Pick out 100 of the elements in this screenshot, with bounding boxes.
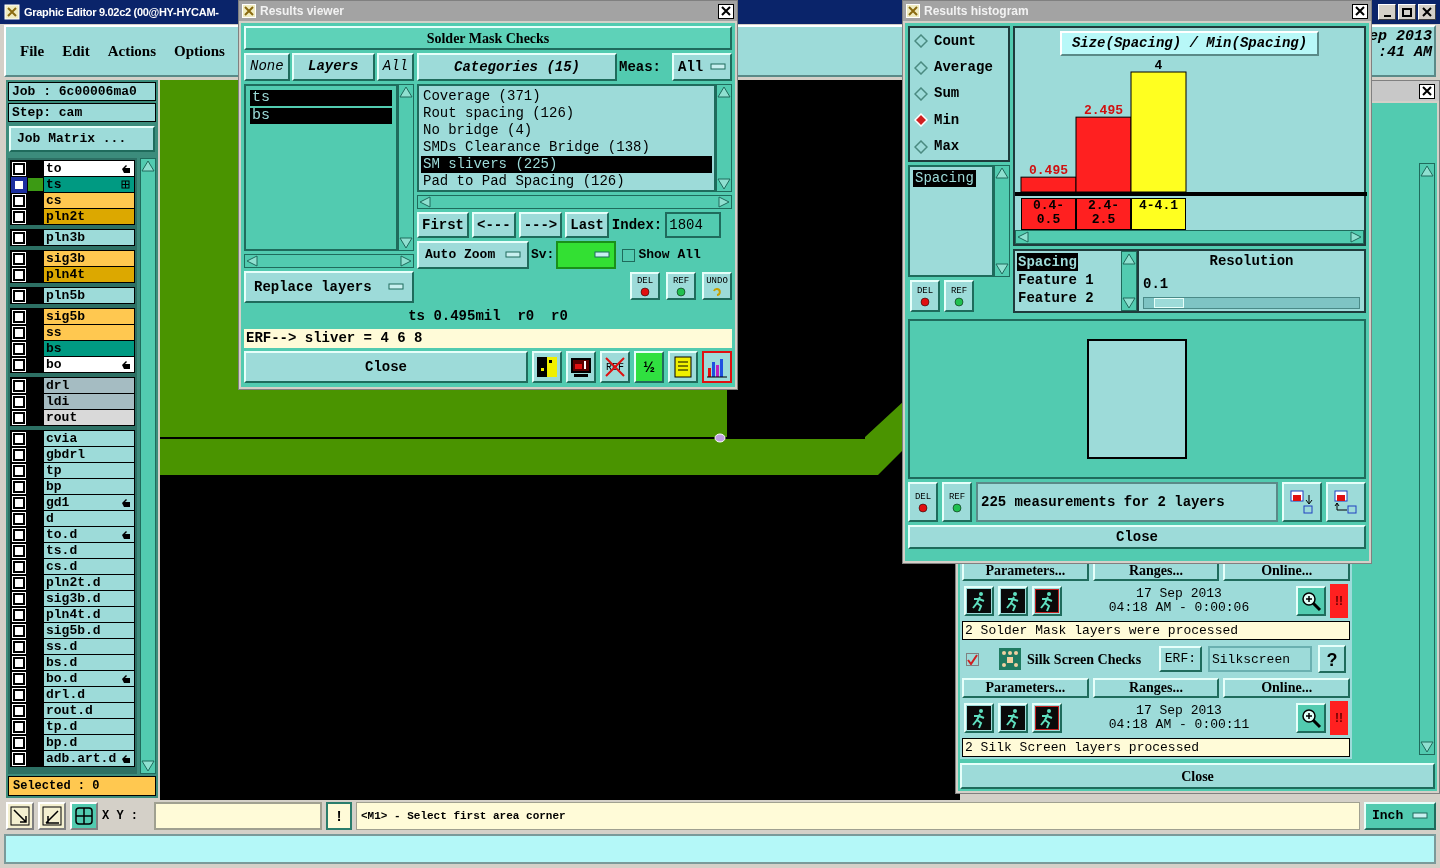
- layer-checkbox[interactable]: [13, 342, 25, 355]
- layer-item[interactable]: bo: [44, 357, 134, 372]
- horizontal-scrollbar[interactable]: [1015, 230, 1364, 244]
- close-button[interactable]: Close: [244, 351, 528, 383]
- layer-checkbox[interactable]: [13, 289, 25, 302]
- layer-item[interactable]: bs.d: [44, 655, 134, 670]
- alert-button[interactable]: !: [326, 802, 352, 830]
- layer-item[interactable]: ts.d: [44, 543, 134, 558]
- layer-item[interactable]: sig5b: [44, 309, 134, 324]
- show-all-checkbox[interactable]: Show All: [622, 241, 701, 269]
- minimize-button[interactable]: [1378, 4, 1396, 20]
- layer-checkbox[interactable]: [13, 608, 25, 621]
- layer-checkbox[interactable]: [13, 194, 25, 207]
- layer-item[interactable]: ts: [44, 177, 134, 192]
- check-action-button[interactable]: Ranges...: [1092, 678, 1220, 698]
- list-item[interactable]: Pad to Pad Spacing (126): [421, 173, 712, 190]
- radio-option[interactable]: Average: [914, 57, 1004, 79]
- radio-option[interactable]: Count: [914, 30, 1004, 52]
- mini-tool-button[interactable]: DEL: [908, 482, 938, 522]
- layer-item[interactable]: pln4t.d: [44, 607, 134, 622]
- radio-option[interactable]: Max: [914, 136, 1004, 158]
- list-item[interactable]: SM slivers (225): [421, 156, 712, 173]
- close-button[interactable]: [1419, 83, 1435, 99]
- list-item[interactable]: No bridge (4): [421, 122, 712, 139]
- menu-item[interactable]: Edit: [62, 39, 90, 63]
- run-button[interactable]: [998, 586, 1028, 616]
- layer-checkbox[interactable]: [13, 704, 25, 717]
- layer-checkbox[interactable]: [13, 480, 25, 493]
- vertical-scrollbar[interactable]: [716, 84, 732, 192]
- nav-button[interactable]: First: [417, 212, 469, 238]
- layer-checkbox[interactable]: [13, 162, 25, 175]
- mini-tool-button[interactable]: DEL: [630, 272, 660, 300]
- layer-checkbox[interactable]: [13, 624, 25, 637]
- layer-checkbox[interactable]: [13, 496, 25, 509]
- layer-checkbox[interactable]: [13, 752, 25, 765]
- list-item[interactable]: Spacing: [913, 170, 976, 187]
- list-item[interactable]: Feature 2: [1017, 289, 1095, 307]
- list-item[interactable]: ts: [250, 89, 392, 106]
- mini-tool-button[interactable]: UNDO: [702, 272, 732, 300]
- check-action-button[interactable]: Parameters...: [962, 678, 1089, 698]
- layer-item[interactable]: bs: [44, 341, 134, 356]
- run-button[interactable]: [1032, 703, 1062, 733]
- layer-item[interactable]: drl: [44, 378, 134, 393]
- run-button[interactable]: [1032, 586, 1062, 616]
- layer-item[interactable]: sig3b.d: [44, 591, 134, 606]
- zoom-mode-dropdown[interactable]: Auto Zoom: [417, 241, 529, 269]
- layer-item[interactable]: tp: [44, 463, 134, 478]
- layer-item[interactable]: pln3b: [44, 230, 134, 245]
- checkbox-box[interactable]: [622, 248, 636, 262]
- layer-item[interactable]: gd1: [44, 495, 134, 510]
- layer-filter-button[interactable]: Layers: [291, 53, 375, 81]
- layer-item[interactable]: to: [44, 161, 134, 176]
- layer-item[interactable]: bp.d: [44, 735, 134, 750]
- maximize-button[interactable]: [1398, 4, 1416, 20]
- layer-checkbox[interactable]: [13, 448, 25, 461]
- close-button[interactable]: [718, 3, 734, 19]
- layer-checkbox[interactable]: [13, 395, 25, 408]
- units-dropdown[interactable]: Inch: [1364, 802, 1436, 830]
- mini-tool-button[interactable]: REF: [944, 280, 974, 312]
- layer-checkbox[interactable]: [13, 640, 25, 653]
- list-item[interactable]: Rout spacing (126): [421, 105, 712, 122]
- job-matrix-button[interactable]: Job Matrix ...: [9, 126, 155, 152]
- mini-tool-button[interactable]: DEL: [910, 280, 940, 312]
- menu-item[interactable]: File: [20, 39, 45, 63]
- layer-checkbox[interactable]: [13, 178, 25, 191]
- layer-checkbox[interactable]: [13, 252, 25, 265]
- index-field[interactable]: 1804: [665, 212, 722, 238]
- close-button[interactable]: Close: [960, 763, 1435, 789]
- list-item[interactable]: Coverage (371): [421, 88, 712, 105]
- run-button[interactable]: [964, 703, 994, 733]
- layer-checkbox[interactable]: [13, 672, 25, 685]
- run-button[interactable]: [964, 586, 994, 616]
- layer-item[interactable]: pln2t.d: [44, 575, 134, 590]
- severity-dropdown[interactable]: [556, 241, 617, 269]
- layer-checkbox[interactable]: [13, 592, 25, 605]
- nav-button[interactable]: Last: [565, 212, 609, 238]
- list-item[interactable]: Spacing: [1017, 253, 1078, 271]
- close-button[interactable]: [1352, 3, 1368, 19]
- layer-item[interactable]: to.d: [44, 527, 134, 542]
- erf-button[interactable]: ERF:: [1158, 646, 1202, 672]
- mini-tool-button[interactable]: REF: [666, 272, 696, 300]
- layer-item[interactable]: tp.d: [44, 719, 134, 734]
- layer-filter-button[interactable]: None: [244, 53, 290, 81]
- layer-checkbox[interactable]: [13, 512, 25, 525]
- horizontal-scrollbar[interactable]: [417, 195, 732, 209]
- slider-thumb[interactable]: [1154, 298, 1184, 308]
- layer-item[interactable]: bp: [44, 479, 134, 494]
- layer-item[interactable]: ldi: [44, 394, 134, 409]
- radio-option[interactable]: Sum: [914, 83, 1004, 105]
- layer-item[interactable]: cs.d: [44, 559, 134, 574]
- mini-tool-button[interactable]: REF: [942, 482, 972, 522]
- list-item[interactable]: SMDs Clearance Bridge (138): [421, 139, 712, 156]
- horizontal-scrollbar[interactable]: [244, 254, 414, 269]
- list-item[interactable]: Feature 1: [1017, 271, 1095, 289]
- zoom-button[interactable]: [1296, 703, 1326, 733]
- layer-item[interactable]: ss.d: [44, 639, 134, 654]
- vertical-scrollbar[interactable]: [1121, 251, 1137, 311]
- layer-mode-dropdown[interactable]: Replace layers: [244, 271, 414, 303]
- vertical-scrollbar[interactable]: [398, 83, 414, 252]
- layer-checkbox[interactable]: [13, 736, 25, 749]
